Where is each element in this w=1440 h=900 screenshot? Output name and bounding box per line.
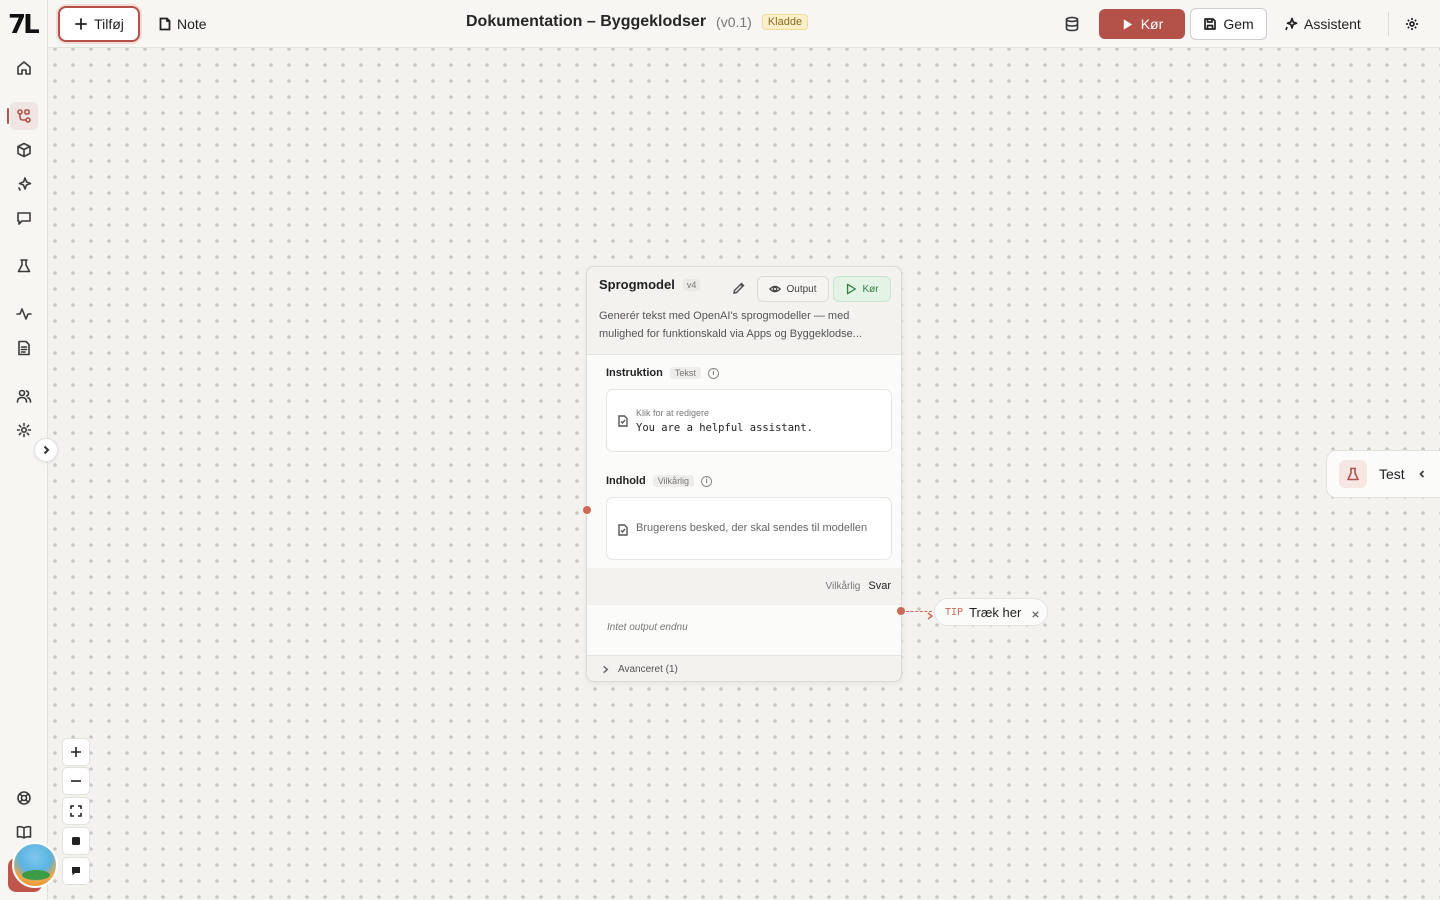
- add-button-label: Tilføj: [94, 16, 124, 32]
- node-run-button[interactable]: Kør: [833, 276, 891, 302]
- app-logo[interactable]: 7L: [8, 10, 40, 40]
- input-handle[interactable]: [582, 505, 592, 515]
- content-type-tag: Vilkårlig: [652, 475, 695, 487]
- tip-tag: TIP: [945, 606, 964, 618]
- activity-icon[interactable]: [10, 300, 38, 328]
- advanced-toggle[interactable]: Avanceret (1): [587, 655, 901, 681]
- chevron-left-icon: [1417, 466, 1427, 482]
- plus-icon: [71, 747, 81, 757]
- tip-text: Træk her: [969, 604, 1022, 620]
- output-empty-text: Intet output endnu: [607, 622, 688, 633]
- instruction-value: You are a helpful assistant.: [636, 422, 814, 434]
- save-button[interactable]: Gem: [1190, 8, 1267, 40]
- run-button[interactable]: Kør: [1099, 9, 1185, 39]
- minus-icon: [71, 780, 81, 782]
- page-title[interactable]: Dokumentation – Byggeklodser: [466, 13, 706, 31]
- cube-icon[interactable]: [10, 136, 38, 164]
- node-inputs: Instruktion Tekst i Klik for at redigere…: [587, 354, 901, 568]
- node-description: Generér tekst med OpenAI's sprogmodeller…: [599, 310, 862, 340]
- chat-icon[interactable]: [10, 204, 38, 232]
- flask-icon: [1339, 460, 1367, 488]
- output-port-row: Vilkårlig Svar: [826, 580, 891, 592]
- zoom-out-button[interactable]: [62, 767, 90, 795]
- zoom-in-button[interactable]: [62, 738, 90, 766]
- content-label: Indhold: [606, 475, 646, 487]
- close-icon[interactable]: [1031, 607, 1041, 618]
- home-icon[interactable]: [10, 54, 38, 82]
- instruction-field-label: Instruktion Tekst i: [606, 367, 719, 379]
- output-type-tag: Vilkårlig: [825, 580, 861, 592]
- document-title-group: Dokumentation – Byggeklodser (v0.1) Klad…: [466, 13, 809, 31]
- plus-icon: [75, 18, 87, 30]
- minimap-button[interactable]: [62, 857, 90, 885]
- info-icon[interactable]: i: [707, 367, 719, 379]
- document-icon[interactable]: [10, 334, 38, 362]
- chevron-right-icon: [603, 665, 609, 674]
- eye-icon: [769, 285, 782, 293]
- user-avatar[interactable]: [8, 842, 60, 892]
- sparkle-icon[interactable]: [10, 170, 38, 198]
- status-badge: Kladde: [761, 14, 809, 30]
- language-model-node[interactable]: Sprogmodel v4 Output Kør Generér tekst m…: [586, 266, 902, 682]
- database-icon[interactable]: [1060, 12, 1084, 36]
- content-placeholder: Brugerens besked, der skal sendes til mo…: [636, 522, 868, 534]
- users-icon[interactable]: [10, 382, 38, 410]
- instruction-hint: Klik for at redigere: [636, 408, 710, 418]
- add-button[interactable]: Tilføj: [58, 6, 140, 42]
- output-label: Svar: [868, 580, 891, 592]
- top-toolbar: Tilføj Note Dokumentation – Byggeklodser…: [48, 0, 1440, 48]
- content-field-label: Indhold Vilkårlig i: [606, 475, 713, 487]
- gear-icon[interactable]: [10, 416, 38, 444]
- output-button[interactable]: Output: [757, 276, 829, 302]
- play-icon: [847, 283, 857, 295]
- drag-tip: TIP Træk her: [934, 598, 1048, 626]
- run-button-label: Kør: [1140, 16, 1164, 32]
- instruction-field[interactable]: Klik for at redigere You are a helpful a…: [606, 389, 892, 452]
- toolbar-divider: [1388, 12, 1389, 36]
- square-icon: [72, 837, 80, 845]
- assistant-button[interactable]: Assistent: [1276, 8, 1369, 40]
- edit-pencil-icon[interactable]: [732, 281, 748, 297]
- document-icon: [617, 523, 629, 536]
- instruction-type-tag: Tekst: [669, 367, 701, 379]
- output-preview: Intet output endnu: [587, 604, 901, 655]
- save-button-label: Gem: [1223, 16, 1254, 32]
- output-handle[interactable]: [896, 606, 906, 616]
- lock-button[interactable]: [62, 827, 90, 855]
- arrow-right-icon: [926, 607, 934, 620]
- info-icon[interactable]: i: [701, 475, 713, 487]
- workflow-icon[interactable]: [7, 102, 38, 130]
- content-field[interactable]: Brugerens besked, der skal sendes til mo…: [606, 497, 892, 560]
- node-title: Sprogmodel: [599, 277, 675, 292]
- test-panel-label: Test: [1379, 466, 1405, 482]
- note-button-label: Note: [177, 16, 207, 32]
- play-icon: [1123, 18, 1132, 30]
- node-header: Sprogmodel v4: [599, 277, 701, 292]
- assistant-button-label: Assistent: [1304, 16, 1361, 32]
- node-version-badge: v4: [682, 278, 701, 291]
- expand-sidebar-button[interactable]: [34, 438, 58, 462]
- output-button-label: Output: [786, 283, 817, 295]
- settings-gear-icon[interactable]: [1400, 12, 1424, 36]
- help-icon[interactable]: [10, 784, 38, 812]
- chat-bubble-icon: [72, 867, 80, 876]
- note-button[interactable]: Note: [152, 6, 213, 42]
- advanced-label: Avanceret (1): [618, 664, 678, 675]
- save-icon: [1204, 18, 1217, 30]
- fit-view-icon: [70, 805, 82, 817]
- note-icon: [159, 17, 171, 31]
- fit-view-button[interactable]: [62, 797, 90, 825]
- test-panel-tab[interactable]: Test: [1326, 450, 1440, 498]
- instruction-label: Instruktion: [606, 367, 663, 379]
- sparkle-icon: [1285, 17, 1298, 31]
- flask-icon[interactable]: [10, 252, 38, 280]
- avatar-image: [12, 842, 58, 888]
- node-run-button-label: Kør: [862, 283, 879, 295]
- document-icon: [617, 414, 629, 427]
- version-label: (v0.1): [716, 14, 752, 30]
